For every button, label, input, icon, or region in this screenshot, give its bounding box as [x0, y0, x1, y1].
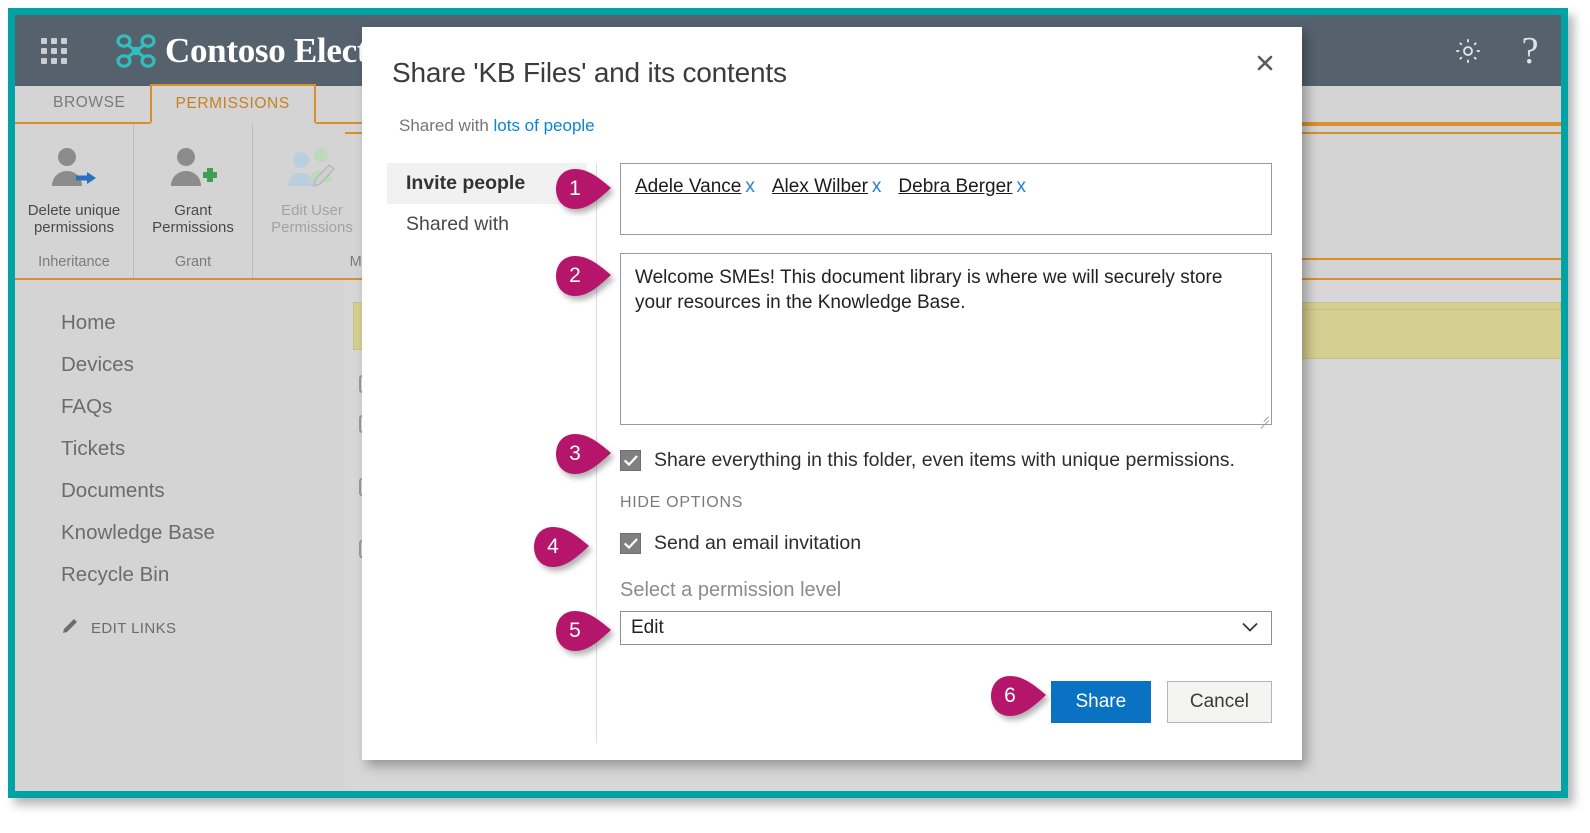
- share-everything-label: Share everything in this folder, even it…: [654, 449, 1235, 471]
- sidebar-item-knowledge-base[interactable]: Knowledge Base: [39, 512, 339, 554]
- callout-marker-1: 1: [555, 168, 613, 210]
- tab-permissions[interactable]: PERMISSIONS: [149, 84, 316, 124]
- help-icon[interactable]: ?: [1499, 15, 1561, 86]
- gear-icon[interactable]: [1437, 15, 1499, 86]
- cancel-button[interactable]: Cancel: [1166, 681, 1272, 723]
- user-plus-icon: [165, 140, 221, 202]
- sidebar-item-home[interactable]: Home: [39, 302, 339, 344]
- grant-permissions-button[interactable]: Grant Permissions: [134, 134, 252, 250]
- window-inner: Contoso Electronics ? BROWSE PERMISSIONS: [15, 15, 1561, 791]
- invitees-input[interactable]: Adele Vance x Alex Wilber x Debra Berger x: [620, 163, 1272, 235]
- close-icon[interactable]: [1248, 46, 1282, 80]
- invitee-chip: Alex Wilber x: [772, 176, 882, 197]
- edit-user-permissions-button[interactable]: Edit User Permissions: [253, 134, 371, 250]
- shared-with-summary: Shared with lots of people: [399, 116, 595, 136]
- invitee-chip: Debra Berger x: [898, 176, 1026, 197]
- send-email-label: Send an email invitation: [654, 532, 862, 554]
- ribbon-group-title: Inheritance: [38, 254, 110, 270]
- callout-marker-2: 2: [555, 255, 613, 297]
- callout-marker-3: 3: [555, 433, 613, 475]
- send-email-checkbox[interactable]: [620, 533, 641, 554]
- ribbon-group-grant: Grant Permissions Grant: [134, 124, 253, 278]
- invitee-name: Adele Vance: [635, 176, 742, 197]
- permission-level-label: Select a permission level: [620, 579, 842, 601]
- user-arrow-icon: [46, 140, 102, 202]
- btn-label-line2: Permissions: [271, 219, 353, 237]
- share-button[interactable]: Share: [1050, 681, 1151, 723]
- sidebar-item-devices[interactable]: Devices: [39, 344, 339, 386]
- callout-marker-5: 5: [555, 610, 613, 652]
- btn-label-line1: Grant: [174, 202, 212, 219]
- edit-links-label: EDIT LINKS: [91, 619, 177, 637]
- hide-options-toggle[interactable]: HIDE OPTIONS: [620, 494, 1272, 512]
- message-textarea[interactable]: Welcome SMEs! This document library is w…: [620, 253, 1272, 429]
- shared-with-prefix: Shared with: [399, 116, 494, 135]
- left-navigation: Home Devices FAQs Tickets Documents Know…: [39, 302, 339, 640]
- btn-label-line1: Delete unique: [27, 202, 121, 219]
- dialog-actions: Share Cancel: [620, 681, 1272, 723]
- ribbon-group-inheritance: Delete unique permissions Inheritance: [15, 124, 134, 278]
- invitee-name: Debra Berger: [898, 176, 1013, 197]
- delete-unique-permissions-button[interactable]: Delete unique permissions: [15, 134, 133, 250]
- pencil-icon: [61, 616, 81, 640]
- chevron-down-icon: [1241, 617, 1259, 639]
- btn-label-line2: permissions: [33, 219, 114, 237]
- contoso-drone-logo-icon: [116, 33, 156, 69]
- callout-number: 4: [547, 535, 559, 558]
- callout-number: 1: [569, 177, 581, 200]
- user-edit-icon: [284, 140, 340, 202]
- invitee-chip: Adele Vance x: [635, 176, 755, 197]
- share-everything-row: Share everything in this folder, even it…: [620, 449, 1272, 472]
- app-launcher-icon[interactable]: [40, 37, 68, 65]
- shared-with-link[interactable]: lots of people: [494, 116, 595, 135]
- callout-number: 3: [569, 442, 581, 465]
- suite-bar-actions: ?: [1437, 15, 1561, 86]
- edit-links-button[interactable]: EDIT LINKS: [39, 616, 339, 640]
- screenshot-root: Contoso Electronics ? BROWSE PERMISSIONS: [0, 0, 1590, 833]
- callout-number: 6: [1004, 684, 1016, 707]
- sidebar-item-recycle-bin[interactable]: Recycle Bin: [39, 554, 339, 596]
- share-everything-checkbox[interactable]: [620, 450, 641, 471]
- tab-shared-with[interactable]: Shared with: [387, 204, 587, 245]
- sidebar-item-faqs[interactable]: FAQs: [39, 386, 339, 428]
- share-dialog: Share 'KB Files' and its contents Shared…: [362, 27, 1302, 760]
- btn-label-line1: Edit User: [281, 202, 343, 219]
- sidebar-item-documents[interactable]: Documents: [39, 470, 339, 512]
- sidebar-item-tickets[interactable]: Tickets: [39, 428, 339, 470]
- tab-browse[interactable]: BROWSE: [29, 84, 150, 122]
- btn-label-line2: Permissions: [152, 219, 234, 237]
- dialog-title: Share 'KB Files' and its contents: [392, 57, 787, 88]
- callout-number: 2: [569, 264, 581, 287]
- callout-marker-6: 6: [990, 675, 1048, 717]
- invitee-name: Alex Wilber: [771, 176, 868, 197]
- permission-level-value: Edit: [631, 617, 664, 638]
- share-form: Adele Vance x Alex Wilber x Debra Berger x We…: [620, 163, 1272, 723]
- remove-invitee-icon[interactable]: x: [872, 176, 882, 197]
- remove-invitee-icon[interactable]: x: [745, 176, 755, 197]
- ribbon-group-title: Grant: [174, 254, 212, 270]
- remove-invitee-icon[interactable]: x: [1016, 176, 1026, 197]
- callout-number: 5: [569, 619, 581, 642]
- permission-level-select[interactable]: Edit: [620, 611, 1272, 645]
- resize-handle[interactable]: [1257, 410, 1269, 429]
- message-text: Welcome SMEs! This document library is w…: [635, 267, 1223, 314]
- browser-window-frame: Contoso Electronics ? BROWSE PERMISSIONS: [8, 8, 1568, 798]
- send-email-row: Send an email invitation: [620, 532, 1272, 555]
- callout-marker-4: 4: [533, 526, 591, 568]
